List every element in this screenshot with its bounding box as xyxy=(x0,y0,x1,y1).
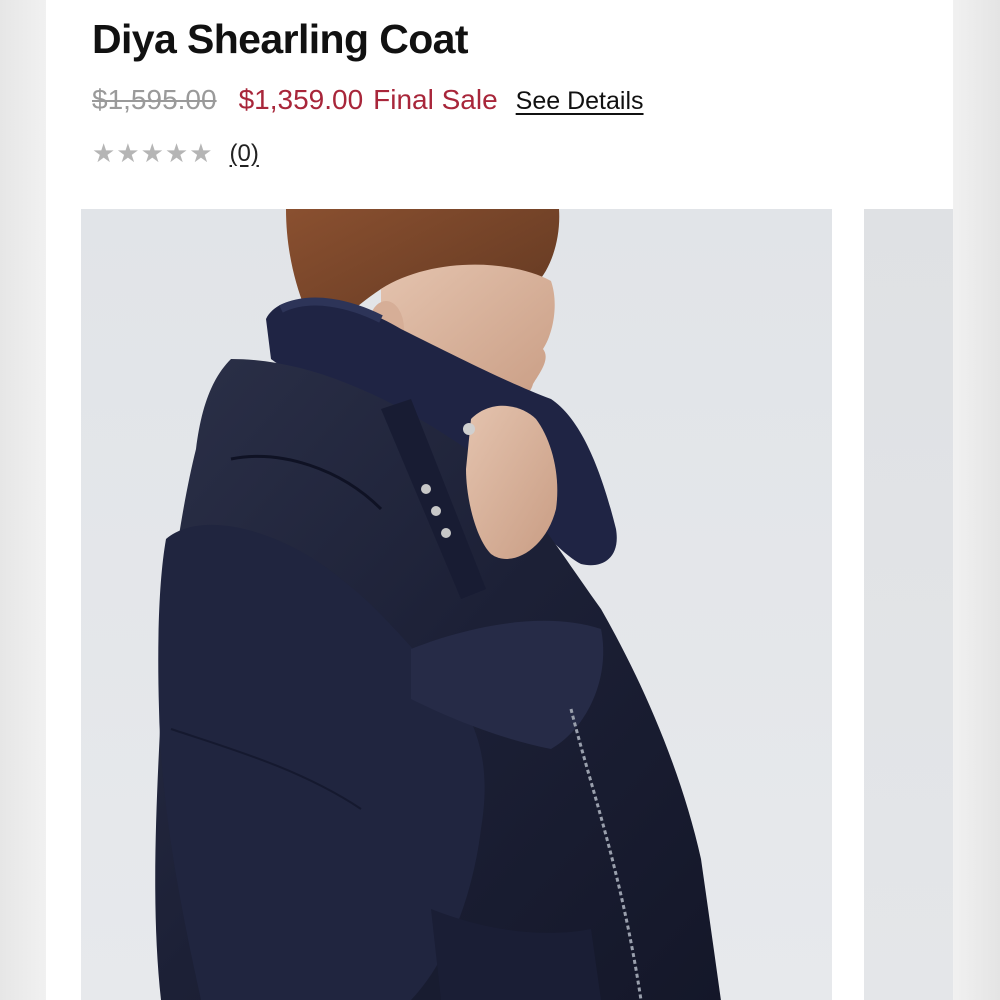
star-rating-icon: ★★★★★ xyxy=(92,138,214,168)
see-details-link[interactable]: See Details xyxy=(516,87,644,116)
coat-photo-illustration xyxy=(81,209,832,1000)
product-title: Diya Shearling Coat xyxy=(92,16,469,62)
page-side-left xyxy=(0,0,46,1000)
product-page: Diya Shearling Coat $1,595.00 $1,359.00 … xyxy=(46,0,953,1000)
final-sale-label: Final Sale xyxy=(373,84,498,115)
sale-price: $1,359.00 xyxy=(238,84,364,115)
original-price: $1,595.00 xyxy=(92,84,217,115)
price-row: $1,595.00 $1,359.00 Final Sale See Detai… xyxy=(92,84,644,116)
next-product-image[interactable] xyxy=(864,209,953,1000)
rating-row[interactable]: ★★★★★ (0) xyxy=(92,138,259,169)
page-side-right xyxy=(953,0,1000,1000)
review-count-link[interactable]: (0) xyxy=(230,140,259,168)
product-image[interactable] xyxy=(81,209,832,1000)
